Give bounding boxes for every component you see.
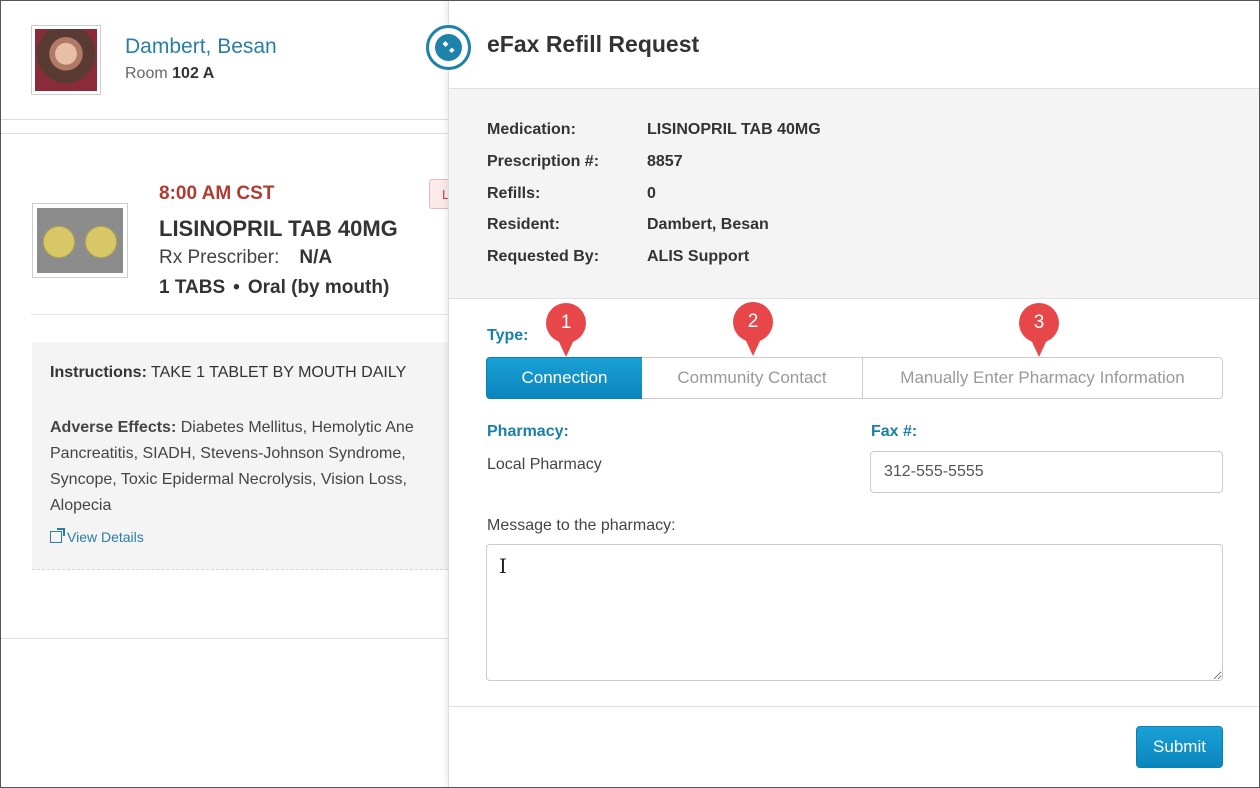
divider	[1, 133, 448, 134]
callout-marker: 1	[546, 303, 586, 357]
summary-requested-by: Requested By: ALIS Support	[487, 248, 749, 266]
divider	[31, 314, 448, 315]
pill-icon	[43, 226, 75, 258]
medication-name: LISINOPRIL TAB 40MG	[159, 216, 398, 241]
pharmacy-label: Pharmacy:	[487, 423, 569, 440]
summary-label: Refills:	[487, 185, 541, 202]
status-badge: L	[429, 179, 448, 209]
rx-prescriber: Rx Prescriber: N/A	[159, 247, 332, 269]
callout-marker: 2	[733, 302, 773, 356]
pill-icon	[85, 226, 117, 258]
submit-button[interactable]: Submit	[1136, 726, 1223, 768]
instructions: Instructions: TAKE 1 TABLET BY MOUTH DAI…	[50, 364, 406, 382]
summary-value: 0	[647, 185, 656, 202]
patient-name[interactable]: Dambert, Besan	[125, 35, 277, 59]
fax-input[interactable]	[870, 451, 1223, 493]
summary-value: LISINOPRIL TAB 40MG	[647, 121, 821, 138]
callout-number: 1	[546, 303, 586, 343]
summary-refills: Refills: 0	[487, 185, 656, 203]
external-link-icon	[50, 528, 65, 543]
summary-value: 8857	[647, 153, 683, 170]
adverse-label: Adverse Effects:	[50, 419, 177, 436]
summary-prescription-number: Prescription #: 8857	[487, 153, 683, 171]
rx-prescriber-value: N/A	[299, 247, 333, 268]
summary-label: Resident:	[487, 216, 560, 233]
summary-label: Prescription #:	[487, 153, 600, 170]
type-community-contact-button[interactable]: Community Contact	[642, 357, 863, 399]
med-time: 8:00 AM CST	[159, 183, 275, 204]
instructions-value: TAKE 1 TABLET BY MOUTH DAILY	[151, 364, 407, 381]
text-cursor-icon: I	[499, 554, 507, 578]
callout-number: 2	[733, 302, 773, 342]
bullet-icon: •	[233, 277, 240, 298]
type-connection-button[interactable]: Connection	[486, 357, 643, 399]
summary-label: Medication:	[487, 121, 576, 138]
summary-resident: Resident: Dambert, Besan	[487, 216, 769, 234]
callout-marker: 3	[1019, 303, 1059, 357]
view-details-link[interactable]: View Details	[50, 528, 144, 545]
efax-refill-modal: eFax Refill Request Medication: LISINOPRI…	[448, 1, 1260, 787]
patient-avatar	[31, 25, 101, 95]
summary-medication: Medication: LISINOPRIL TAB 40MG	[487, 121, 821, 139]
divider	[1, 638, 448, 639]
patient-panel: Dambert, Besan Room 102 A 8:00 AM CST L …	[1, 1, 448, 787]
instructions-label: Instructions:	[50, 364, 147, 381]
type-manual-entry-button[interactable]: Manually Enter Pharmacy Information	[862, 357, 1223, 399]
summary-value: Dambert, Besan	[647, 216, 769, 233]
room-number: 102 A	[172, 65, 215, 82]
rx-prescriber-label: Rx Prescriber:	[159, 247, 280, 268]
adverse-effects: Adverse Effects: Diabetes Mellitus, Hemo…	[50, 415, 448, 519]
patient-room: Room 102 A	[125, 65, 214, 83]
view-details-label: View Details	[67, 529, 144, 545]
patient-header: Dambert, Besan Room 102 A	[1, 1, 448, 120]
medication-image	[32, 203, 128, 278]
instructions-panel: Instructions: TAKE 1 TABLET BY MOUTH DAI…	[32, 342, 448, 570]
dose: 1 TABS	[159, 277, 226, 298]
summary-label: Requested By:	[487, 248, 600, 265]
close-icon[interactable]	[426, 25, 471, 70]
prescription-summary: Medication: LISINOPRIL TAB 40MG Prescript…	[449, 88, 1260, 299]
type-label: Type:	[487, 327, 529, 344]
dose-route: 1 TABS • Oral (by mouth)	[159, 277, 389, 299]
pharmacy-value: Local Pharmacy	[487, 456, 602, 473]
footer-divider	[449, 706, 1260, 707]
fax-label: Fax #:	[871, 423, 918, 440]
message-textarea[interactable]	[486, 544, 1223, 681]
route: Oral (by mouth)	[247, 277, 390, 298]
modal-title: eFax Refill Request	[487, 31, 700, 57]
summary-value: ALIS Support	[647, 248, 750, 265]
message-label: Message to the pharmacy:	[487, 517, 676, 534]
room-label: Room	[125, 65, 168, 82]
callout-number: 3	[1019, 303, 1059, 343]
